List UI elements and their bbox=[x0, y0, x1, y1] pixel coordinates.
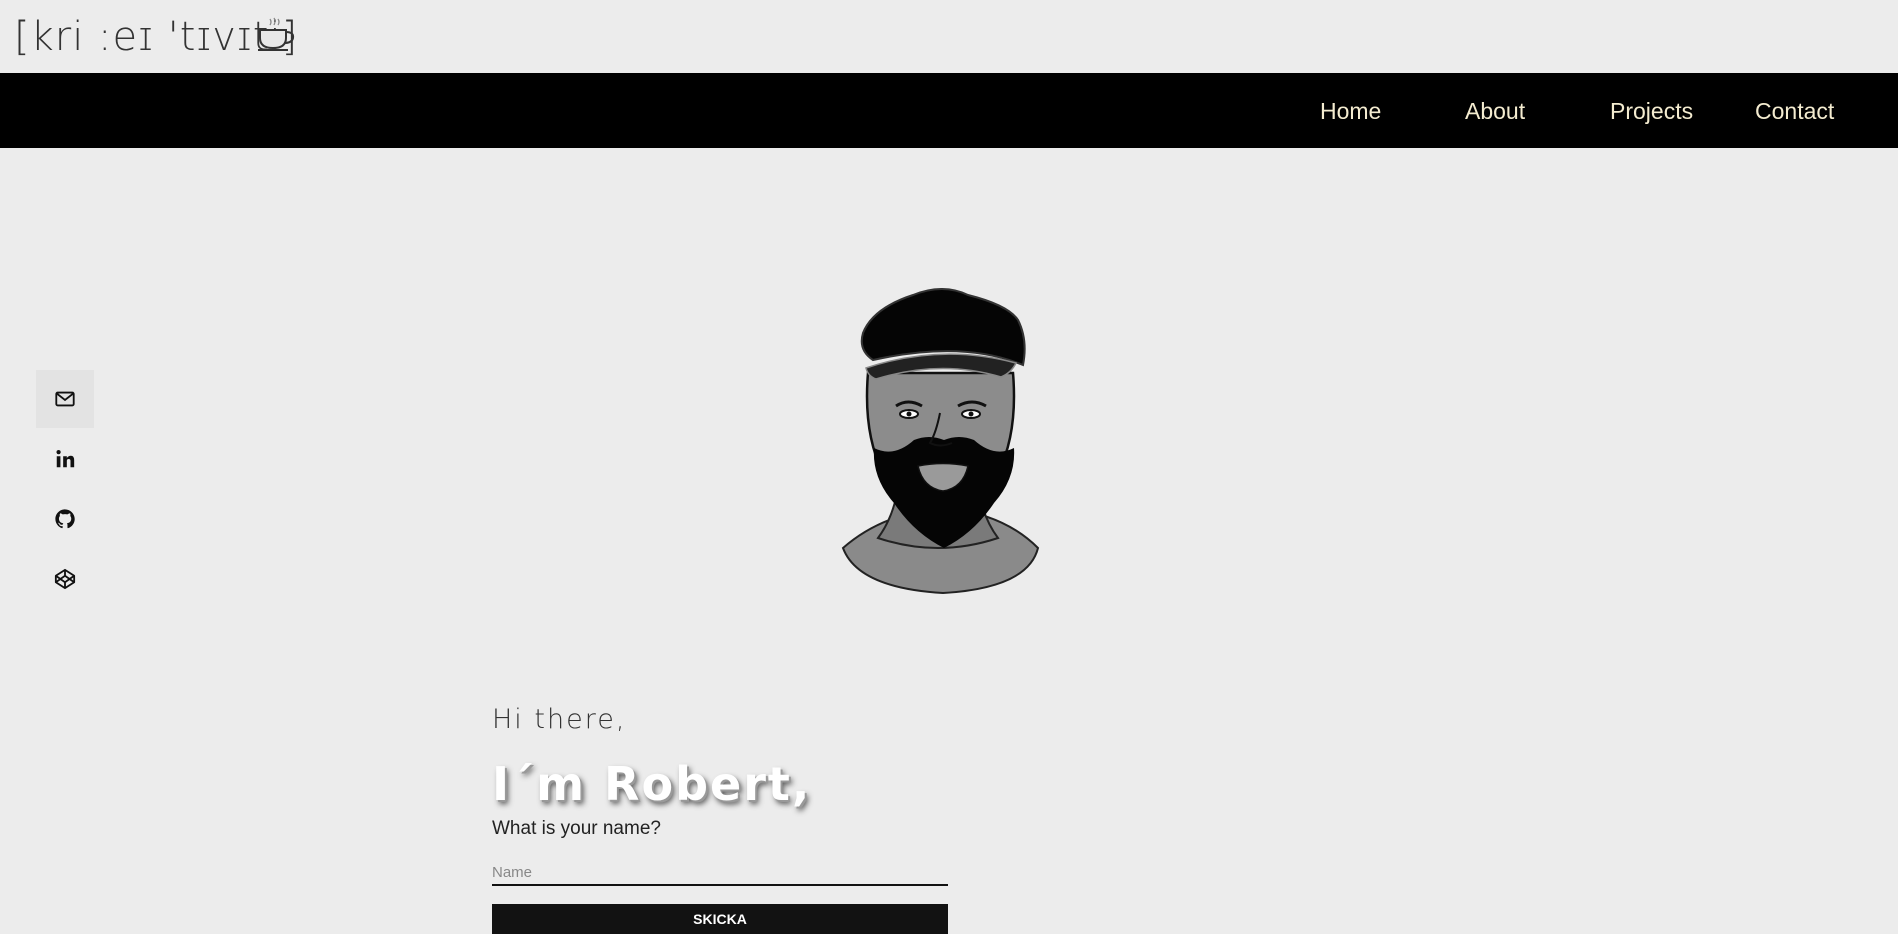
github-icon bbox=[55, 509, 75, 529]
submit-button[interactable]: SKICKA bbox=[492, 904, 948, 934]
site-header: [kri :eɪ 'tɪvɪti] bbox=[0, 0, 1898, 73]
mail-icon bbox=[55, 391, 75, 407]
name-input[interactable] bbox=[492, 860, 948, 886]
avatar-illustration bbox=[841, 288, 1040, 595]
linkedin-icon bbox=[56, 450, 75, 468]
coffee-cup-icon bbox=[258, 17, 295, 51]
main-navbar: Home About Projects Contact bbox=[0, 73, 1898, 148]
nav-about[interactable]: About bbox=[1465, 97, 1525, 125]
codepen-link[interactable] bbox=[36, 550, 94, 608]
nav-projects[interactable]: Projects bbox=[1610, 97, 1693, 125]
email-link[interactable] bbox=[36, 370, 94, 428]
social-sidebar bbox=[36, 370, 94, 610]
nav-contact[interactable]: Contact bbox=[1755, 97, 1834, 125]
hero-name: I´m Robert, bbox=[492, 757, 812, 811]
codepen-icon bbox=[54, 568, 76, 590]
github-link[interactable] bbox=[36, 490, 94, 548]
hero-greeting: Hi there, bbox=[492, 704, 627, 735]
linkedin-link[interactable] bbox=[36, 430, 94, 488]
name-question: What is your name? bbox=[492, 818, 661, 839]
nav-home[interactable]: Home bbox=[1320, 97, 1381, 125]
